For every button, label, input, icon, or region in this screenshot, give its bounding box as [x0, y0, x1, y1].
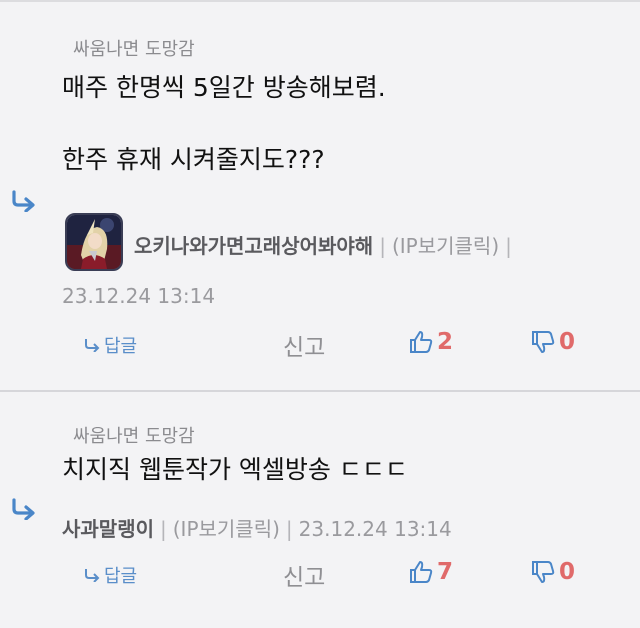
- comment-text: 치지직 웹툰작가 엑셀방송 ㄷㄷㄷ: [62, 455, 408, 484]
- reply-button[interactable]: 답글: [84, 562, 137, 588]
- author-name[interactable]: 오키나와가면고래상어봐야해: [134, 234, 373, 258]
- ip-link[interactable]: (IP보기클릭): [173, 517, 280, 541]
- comment-meta: 오키나와가면고래상어봐야해 | (IP보기클릭) |: [134, 234, 512, 258]
- comment-text: 매주 한명씩 5일간 방송해보렴. 한주 휴재 시켜줄지도???: [62, 73, 386, 174]
- reply-label: 답글: [104, 336, 138, 357]
- upvote-count: 2: [437, 329, 454, 355]
- downvote-count: 0: [559, 329, 576, 355]
- thumbs-up-icon: [410, 561, 433, 583]
- parent-author: 싸움나면 도망감: [73, 426, 195, 447]
- thumbs-down-icon: [532, 331, 555, 353]
- upvote-button[interactable]: 7: [409, 559, 453, 585]
- parent-author: 싸움나면 도망감: [73, 39, 195, 60]
- downvote-button[interactable]: 0: [531, 329, 575, 355]
- reply-arrow-icon: [12, 498, 35, 520]
- reply-arrow-icon: [12, 190, 35, 212]
- downvote-count: 0: [559, 559, 576, 585]
- downvote-button[interactable]: 0: [531, 559, 575, 585]
- ip-link[interactable]: (IP보기클릭): [392, 234, 499, 258]
- timestamp: 23.12.24 13:14: [298, 517, 452, 541]
- comment-meta: 사과말랭이 | (IP보기클릭) | 23.12.24 13:14: [62, 517, 452, 541]
- thumbs-up-icon: [410, 331, 433, 353]
- author-name[interactable]: 사과말랭이: [62, 517, 154, 541]
- reply-button[interactable]: 답글: [84, 332, 137, 358]
- reply-arrow-icon: [85, 339, 100, 352]
- report-button[interactable]: 신고: [283, 328, 325, 362]
- avatar[interactable]: [65, 213, 123, 271]
- comment-item: 싸움나면 도망감 치지직 웹툰작가 엑셀방송 ㄷㄷㄷ 사과말랭이 | (IP보기클릭…: [0, 392, 640, 628]
- upvote-button[interactable]: 2: [409, 329, 453, 355]
- thumbs-down-icon: [532, 561, 555, 583]
- report-button[interactable]: 신고: [283, 558, 325, 592]
- reply-label: 답글: [104, 566, 138, 587]
- comment-item: 싸움나면 도망감 매주 한명씩 5일간 방송해보렴. 한주 휴재 시켜줄지도??…: [0, 2, 640, 390]
- timestamp: 23.12.24 13:14: [62, 284, 216, 308]
- reply-arrow-icon: [85, 569, 100, 582]
- upvote-count: 7: [437, 559, 454, 585]
